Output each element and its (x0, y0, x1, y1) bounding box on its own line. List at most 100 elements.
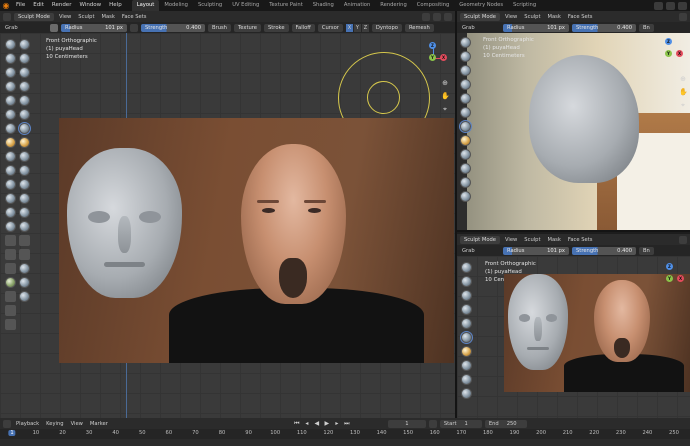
right-top-menu-face-sets[interactable]: Face Sets (566, 14, 595, 20)
brush-preview-icon[interactable] (50, 23, 58, 32)
symmetry-y[interactable]: Y (353, 23, 361, 32)
smooth-brush-icon[interactable] (19, 95, 30, 106)
tab-rendering[interactable]: Rendering (375, 0, 412, 11)
right-bottom-viewport[interactable]: Front Orthographic (1) puyaHead 10 Centi… (457, 256, 690, 418)
fill-brush-icon[interactable] (19, 109, 30, 120)
rt-zoom-icon[interactable]: ⊕ (679, 75, 687, 83)
gizmo-y-icon[interactable]: Y (429, 54, 436, 61)
blob-brush-icon[interactable] (19, 81, 30, 92)
rb-inflate-brush-icon[interactable] (461, 304, 472, 315)
menu-mask[interactable]: Mask (100, 14, 117, 20)
rb-pinch-brush-icon[interactable] (461, 346, 472, 357)
crease-brush-icon[interactable] (5, 95, 16, 106)
right-bottom-menu-mask[interactable]: Mask (546, 237, 563, 243)
rt-pose-brush-icon[interactable] (460, 163, 471, 174)
editor-type-icon[interactable] (3, 12, 11, 21)
end-frame-field[interactable]: End 250 (484, 419, 527, 428)
symmetry-x[interactable]: X (345, 23, 353, 32)
play-icon[interactable]: ▶ (323, 420, 331, 428)
prev-key-icon[interactable]: ◂ (303, 420, 311, 428)
timeline-menu-view[interactable]: View (69, 421, 85, 427)
rb-gizmo-z-icon[interactable]: Z (666, 263, 673, 270)
move-tool-icon[interactable] (5, 305, 16, 316)
jump-start-icon[interactable]: ⏮ (293, 420, 301, 428)
menu-keying[interactable]: Keying (44, 421, 65, 427)
cursor-dropdown[interactable]: Cursor (317, 23, 343, 32)
right-top-radius-field[interactable]: Radius 101 px (503, 23, 569, 32)
elastic-deform-brush-icon[interactable] (5, 151, 16, 162)
expand-icon[interactable] (678, 1, 687, 10)
right-top-gizmo[interactable]: X Z Y (654, 38, 684, 69)
play-reverse-icon[interactable]: ◀ (313, 420, 321, 428)
menu-playback[interactable]: Playback (14, 421, 41, 427)
simplify-brush-icon[interactable] (19, 207, 30, 218)
mask-brush-icon[interactable] (5, 221, 16, 232)
start-frame-field[interactable]: Start 1 (439, 419, 482, 428)
rb-pose-brush-icon[interactable] (461, 360, 472, 371)
tab-animation[interactable]: Animation (339, 0, 375, 11)
tab-scripting[interactable]: Scripting (508, 0, 541, 11)
menu-marker[interactable]: Marker (88, 421, 110, 427)
brush-dropdown[interactable]: Brush (208, 23, 231, 32)
boundary-brush-icon[interactable] (19, 193, 30, 204)
rb-gizmo-x-icon[interactable]: X (677, 275, 684, 282)
timeline-editor-icon[interactable] (3, 419, 11, 428)
rt-snake-hook-brush-icon[interactable] (460, 149, 471, 160)
tab-shading[interactable]: Shading (308, 0, 339, 11)
slide-relax-brush-icon[interactable] (5, 193, 16, 204)
tab-modeling[interactable]: Modeling (159, 0, 193, 11)
right-bottom-gizmo[interactable]: X Z Y (655, 263, 685, 294)
menu-render[interactable]: Render (48, 0, 76, 11)
rb-mask-brush-icon[interactable] (461, 374, 472, 385)
gizmo-x-icon[interactable]: X (440, 54, 447, 61)
right-bottom-radius-field[interactable]: Radius 101 px (503, 246, 569, 255)
mask-by-color-icon[interactable] (19, 291, 30, 302)
area-separator-horizontal[interactable] (457, 230, 690, 232)
rt-grab-brush-icon[interactable] (459, 120, 472, 133)
rb-layer-brush-icon[interactable] (461, 290, 472, 301)
rt-gizmo-z-icon[interactable]: Z (665, 38, 672, 45)
cloth-filter-icon[interactable] (5, 277, 16, 288)
right-top-menu-view[interactable]: View (503, 14, 519, 20)
menu-view[interactable]: View (57, 14, 73, 20)
mode-select[interactable]: Sculpt Mode (14, 12, 54, 21)
right-top-strength-field[interactable]: Strength 0.400 (572, 23, 636, 32)
rt-clay-brush-icon[interactable] (460, 51, 471, 62)
rotate-brush-icon[interactable] (19, 179, 30, 190)
clock-icon[interactable] (428, 419, 437, 428)
pressure-icon[interactable] (130, 23, 138, 32)
navigation-gizmo[interactable]: X Z Y (418, 42, 448, 73)
menu-edit[interactable]: Edit (29, 0, 48, 11)
box-trim-icon[interactable] (19, 249, 30, 260)
color-filter-icon[interactable] (19, 277, 30, 288)
edit-face-set-icon[interactable] (5, 291, 16, 302)
rt-clay-strips-brush-icon[interactable] (460, 65, 471, 76)
box-face-set-icon[interactable] (5, 249, 16, 260)
texture-dropdown[interactable]: Texture (233, 23, 261, 32)
rt-layer-brush-icon[interactable] (460, 79, 471, 90)
right-bottom-shading-icon[interactable] (679, 235, 687, 244)
cloth-brush-icon[interactable] (5, 207, 16, 218)
overlay-icon[interactable] (433, 12, 441, 21)
tab-texture-paint[interactable]: Texture Paint (264, 0, 307, 11)
remesh-dropdown[interactable]: Remesh (404, 23, 434, 32)
layer-brush-icon[interactable] (19, 67, 30, 78)
line-project-icon[interactable] (5, 263, 16, 274)
blender-logo-icon[interactable]: ◉ (0, 0, 12, 11)
right-top-viewport[interactable]: Front Orthographic (1) puyaHead 10 Centi… (457, 33, 690, 230)
tab-geometry-nodes[interactable]: Geometry Nodes (454, 0, 508, 11)
symmetry-z[interactable]: Z (361, 23, 369, 32)
right-top-shading-icon[interactable] (679, 12, 687, 21)
rb-boundary-brush-icon[interactable] (461, 388, 472, 399)
jump-end-icon[interactable]: ⏭ (343, 420, 351, 428)
rt-mask-brush-icon[interactable] (460, 177, 471, 188)
camera-icon[interactable]: ⌖ (441, 105, 449, 113)
mesh-filter-icon[interactable] (19, 263, 30, 274)
right-bottom-menu-face-sets[interactable]: Face Sets (566, 237, 595, 243)
rb-smooth-brush-icon[interactable] (461, 318, 472, 329)
hand-pan-icon[interactable]: ✋ (441, 92, 450, 100)
menu-file[interactable]: File (12, 0, 29, 11)
draw-face-sets-brush-icon[interactable] (19, 221, 30, 232)
right-top-mode-select[interactable]: Sculpt Mode (460, 12, 500, 21)
main-viewport[interactable]: Front Orthographic (1) puyaHead 10 Centi… (0, 33, 455, 418)
